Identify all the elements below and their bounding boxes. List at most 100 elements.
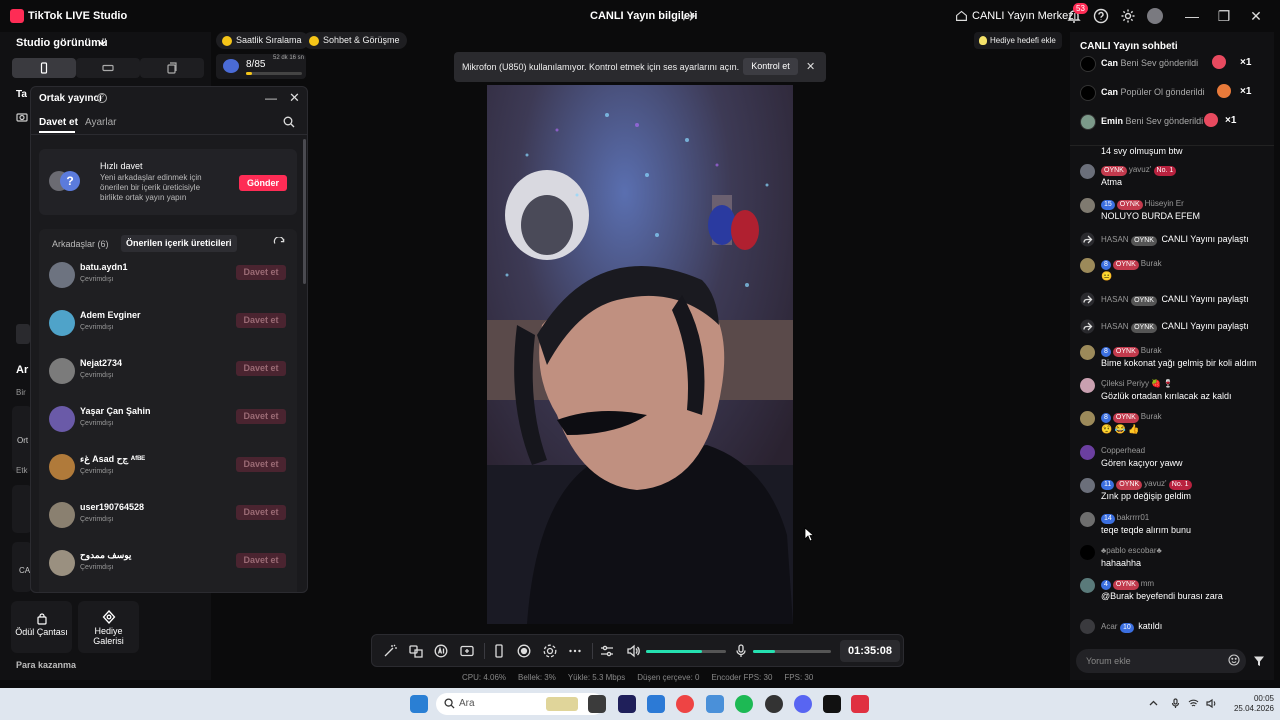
dual-layout-button[interactable] bbox=[140, 58, 204, 78]
live-center-label: CANLI Yayın Merkezi bbox=[972, 9, 1077, 22]
microphone-icon[interactable] bbox=[734, 644, 748, 658]
bag-icon bbox=[36, 613, 47, 625]
file-explorer-icon[interactable] bbox=[588, 695, 606, 713]
user-badge: 10 bbox=[1119, 623, 1134, 633]
tab-friends[interactable]: Arkadaşlar (6) bbox=[52, 239, 109, 249]
app-icon[interactable] bbox=[765, 695, 783, 713]
landscape-layout-button[interactable] bbox=[76, 58, 140, 78]
microphone-tray-icon[interactable] bbox=[1170, 698, 1181, 709]
record-icon[interactable] bbox=[517, 644, 531, 658]
wifi-icon[interactable] bbox=[1188, 698, 1199, 709]
mouse-cursor-icon bbox=[804, 527, 814, 542]
refresh-icon[interactable] bbox=[273, 237, 286, 250]
after-effects-icon[interactable] bbox=[618, 695, 636, 713]
invite-button[interactable]: Davet et bbox=[236, 505, 286, 520]
tab-invite[interactable]: Davet et bbox=[39, 117, 78, 128]
chat-meeting-chip[interactable]: Sohbet & Görüşme bbox=[303, 32, 407, 49]
level-progress-card[interactable]: 8/85 52 dk 16 sn bbox=[216, 54, 306, 79]
minimize-button[interactable]: — bbox=[1184, 8, 1200, 24]
translate-icon[interactable] bbox=[409, 644, 423, 658]
maximize-button[interactable]: ❐ bbox=[1216, 8, 1232, 24]
message-text: hahaahha bbox=[1101, 558, 1142, 568]
tiktok-logo-icon bbox=[10, 9, 24, 23]
more-options-icon[interactable] bbox=[568, 644, 582, 658]
mic-level-slider[interactable] bbox=[753, 650, 831, 653]
tab-settings[interactable]: Ayarlar bbox=[85, 117, 117, 128]
chevron-down-icon[interactable] bbox=[97, 38, 107, 48]
camera-icon[interactable] bbox=[16, 111, 28, 123]
creator-list: Arkadaşlar (6) Önerilen içerik üreticile… bbox=[39, 229, 297, 592]
share-icon[interactable] bbox=[682, 9, 696, 23]
invite-button[interactable]: Davet et bbox=[236, 553, 286, 568]
tiktok-live-studio-icon[interactable] bbox=[851, 695, 869, 713]
windows-taskbar: Ara 00:05 25.04.2026 bbox=[0, 688, 1280, 720]
landscape-icon bbox=[102, 64, 114, 72]
comment-input[interactable]: Yorum ekle bbox=[1076, 649, 1246, 673]
hourly-ranking-chip[interactable]: Saatlik Sıralama bbox=[216, 32, 309, 49]
close-toast-icon[interactable]: ✕ bbox=[806, 60, 815, 73]
gift-gallery-button[interactable]: Hediye Galerisi bbox=[78, 601, 139, 653]
gift-description: Beni Sev gönderildi bbox=[1120, 58, 1199, 68]
avatar bbox=[49, 454, 75, 480]
sliders-icon[interactable] bbox=[600, 644, 614, 658]
close-window-button[interactable]: ✕ bbox=[1248, 8, 1264, 24]
magic-wand-icon[interactable] bbox=[383, 644, 397, 658]
help-circle-icon[interactable]: ? bbox=[97, 93, 107, 103]
gift-icon bbox=[1217, 84, 1231, 98]
volume-slider[interactable] bbox=[646, 650, 726, 653]
username: HASAN bbox=[1101, 235, 1129, 244]
creator-row: Adem Evginer Çevrimdışı Davet et bbox=[49, 308, 289, 342]
scrollbar[interactable] bbox=[303, 139, 306, 284]
tool-card-fragment[interactable] bbox=[12, 485, 32, 533]
studio-view-dropdown[interactable]: Studio görünümü bbox=[16, 37, 108, 49]
message-header: 15 OYNK Hüseyin Er bbox=[1101, 199, 1184, 210]
ai-icon[interactable] bbox=[434, 644, 448, 658]
volume-tray-icon[interactable] bbox=[1206, 698, 1217, 709]
user-badge: 14 bbox=[1101, 514, 1115, 524]
spotify-icon[interactable] bbox=[735, 695, 753, 713]
scene-item-fragment[interactable] bbox=[16, 324, 30, 344]
settings-gear-icon[interactable] bbox=[1120, 8, 1136, 24]
gift-icon bbox=[1212, 55, 1226, 69]
send-button[interactable]: Gönder bbox=[239, 175, 287, 191]
invite-button[interactable]: Davet et bbox=[236, 457, 286, 472]
live-center-button[interactable]: CANLI Yayın Merkezi bbox=[955, 9, 1076, 22]
filter-icon[interactable] bbox=[1253, 655, 1265, 667]
close-panel-button[interactable]: ✕ bbox=[289, 90, 300, 106]
invite-button[interactable]: Davet et bbox=[236, 409, 286, 424]
invite-button[interactable]: Davet et bbox=[236, 361, 286, 376]
chrome-icon[interactable] bbox=[676, 695, 694, 713]
search-icon[interactable] bbox=[283, 116, 295, 128]
search-icon bbox=[444, 698, 455, 709]
phone-icon[interactable] bbox=[492, 644, 506, 658]
gift-gallery-label: Hediye Galerisi bbox=[93, 626, 124, 646]
reward-bag-button[interactable]: Ödül Çantası bbox=[11, 601, 72, 653]
system-text: CANLI Yayını paylaştı bbox=[1161, 294, 1249, 304]
emoji-icon[interactable] bbox=[1228, 654, 1240, 666]
chevron-up-icon[interactable] bbox=[1148, 698, 1159, 709]
tiktok-icon[interactable] bbox=[823, 695, 841, 713]
discord-icon[interactable] bbox=[794, 695, 812, 713]
share-icon bbox=[1080, 232, 1095, 247]
add-source-icon[interactable] bbox=[460, 644, 474, 658]
taskbar-search[interactable]: Ara bbox=[436, 693, 604, 715]
stream-control-bar: 01:35:08 bbox=[371, 634, 904, 667]
windows-start-icon[interactable] bbox=[410, 695, 428, 713]
outlook-icon[interactable] bbox=[647, 695, 665, 713]
speaker-icon[interactable] bbox=[626, 644, 640, 658]
add-gift-goal-button[interactable]: Hediye hedefi ekle bbox=[974, 32, 1062, 49]
tab-suggested-creators[interactable]: Önerilen içerik üreticileri bbox=[121, 235, 237, 252]
help-icon[interactable] bbox=[1093, 8, 1109, 24]
search-highlight-icon[interactable] bbox=[546, 697, 578, 711]
app-icon[interactable] bbox=[706, 695, 724, 713]
user-badge: OYNK bbox=[1131, 236, 1157, 246]
invite-button[interactable]: Davet et bbox=[236, 265, 286, 280]
profile-avatar[interactable] bbox=[1147, 8, 1163, 24]
invite-button[interactable]: Davet et bbox=[236, 313, 286, 328]
minimize-panel-button[interactable]: — bbox=[265, 91, 277, 105]
message-text: Atma bbox=[1101, 177, 1123, 187]
capture-icon[interactable] bbox=[543, 644, 557, 658]
taskbar-clock[interactable]: 00:05 25.04.2026 bbox=[1228, 694, 1274, 714]
check-button[interactable]: Kontrol et bbox=[743, 58, 798, 75]
portrait-layout-button[interactable] bbox=[12, 58, 76, 78]
